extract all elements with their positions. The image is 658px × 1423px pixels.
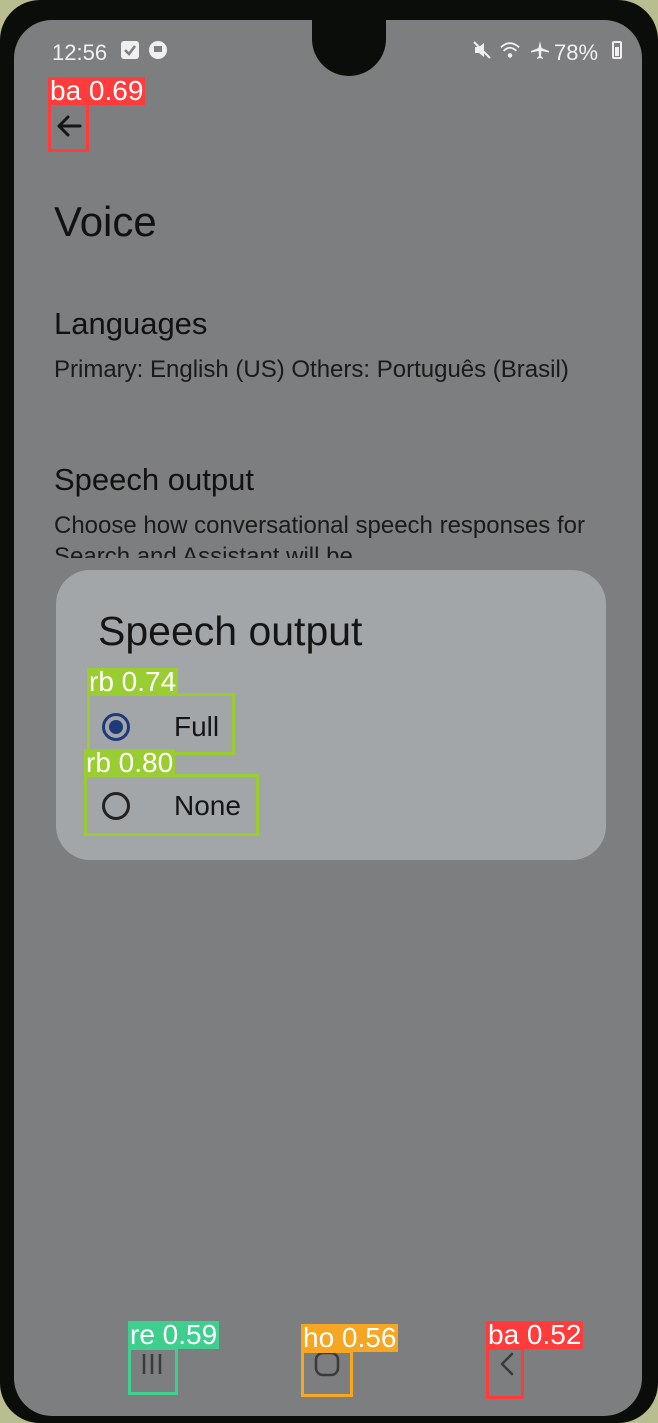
languages-title[interactable]: Languages bbox=[54, 306, 207, 342]
detection-label-radio-none: rb 0.80 bbox=[84, 747, 176, 778]
wifi-icon bbox=[500, 40, 520, 60]
detection-box-radio-none bbox=[84, 774, 259, 836]
languages-subtitle: Primary: English (US) Others: Português … bbox=[54, 356, 569, 383]
mute-icon bbox=[472, 40, 492, 60]
detection-box-home bbox=[301, 1350, 353, 1397]
battery-percent: 78% bbox=[554, 40, 599, 65]
detection-label-back: ba 0.69 bbox=[48, 75, 146, 106]
status-time: 12:56 bbox=[52, 40, 108, 65]
speech-output-title[interactable]: Speech output bbox=[54, 462, 254, 498]
speech-output-subtitle: Choose how conversational speech respons… bbox=[54, 512, 585, 558]
detection-box-recents bbox=[128, 1347, 178, 1395]
status-bar: 12:56 78% bbox=[14, 20, 642, 80]
checkbox-notification-icon bbox=[120, 40, 140, 60]
airplane-icon bbox=[530, 40, 550, 60]
page-title: Voice bbox=[54, 198, 157, 245]
dialog-title: Speech output bbox=[98, 608, 363, 654]
detection-label-radio-full: rb 0.74 bbox=[87, 666, 179, 697]
detection-box-radio-full bbox=[87, 693, 235, 755]
detection-label-home: ho 0.56 bbox=[301, 1322, 399, 1353]
app-notification-icon bbox=[148, 40, 168, 60]
detection-box-nav-back bbox=[486, 1347, 524, 1399]
detection-label-nav-back: ba 0.52 bbox=[486, 1319, 584, 1350]
detection-label-recents: re 0.59 bbox=[128, 1319, 220, 1350]
battery-icon bbox=[612, 41, 622, 59]
detection-box-back bbox=[48, 102, 89, 152]
